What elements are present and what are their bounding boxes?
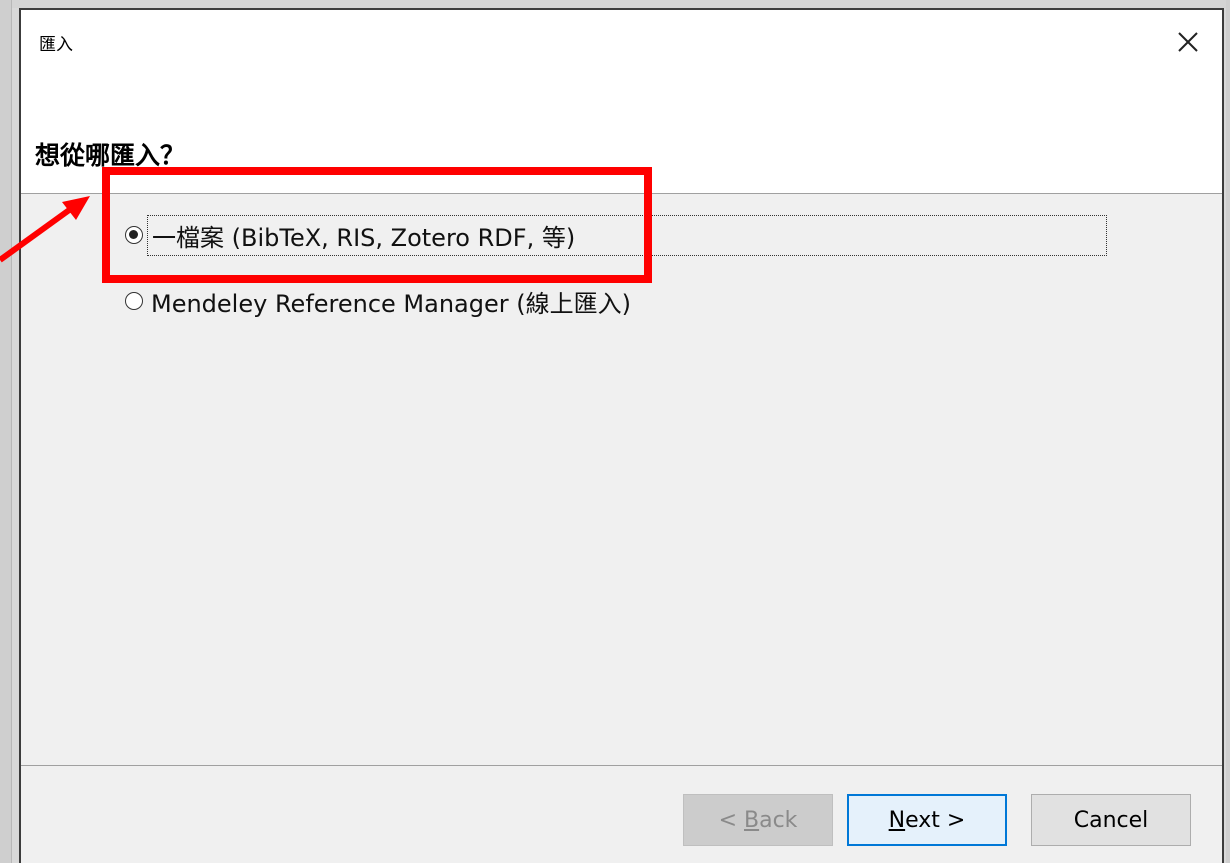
background-strip-top xyxy=(0,0,1230,8)
import-dialog: 匯入 想從哪匯入？ 一檔案 (BibTeX, RIS, Zotero RDF, … xyxy=(19,8,1224,863)
option-file[interactable]: 一檔案 (BibTeX, RIS, Zotero RDF, 等) xyxy=(125,214,1107,256)
radio-mendeley[interactable] xyxy=(125,292,143,310)
close-button[interactable] xyxy=(1168,22,1208,62)
background-strip-right xyxy=(1226,0,1230,863)
cancel-button[interactable]: Cancel xyxy=(1031,794,1191,846)
back-prefix: < xyxy=(718,807,744,833)
next-button[interactable]: Next > xyxy=(847,794,1007,846)
next-rest: ext > xyxy=(905,807,966,833)
footer-divider xyxy=(21,765,1222,766)
window-title: 匯入 xyxy=(39,35,73,55)
close-icon xyxy=(1178,32,1198,52)
option-mendeley-label[interactable]: Mendeley Reference Manager (線上匯入) xyxy=(147,282,635,321)
background-strip-left xyxy=(0,0,12,863)
next-accel: N xyxy=(888,807,906,833)
option-mendeley[interactable]: Mendeley Reference Manager (線上匯入) xyxy=(125,281,635,321)
back-button[interactable]: < Back xyxy=(683,794,833,846)
annotation-arrow-icon xyxy=(0,196,90,263)
radio-file[interactable] xyxy=(125,226,143,244)
back-rest: ack xyxy=(759,807,798,833)
page-heading: 想從哪匯入？ xyxy=(35,141,186,170)
option-file-label[interactable]: 一檔案 (BibTeX, RIS, Zotero RDF, 等) xyxy=(147,214,1107,256)
dialog-header: 匯入 想從哪匯入？ xyxy=(21,10,1222,194)
back-accel: B xyxy=(744,807,760,833)
